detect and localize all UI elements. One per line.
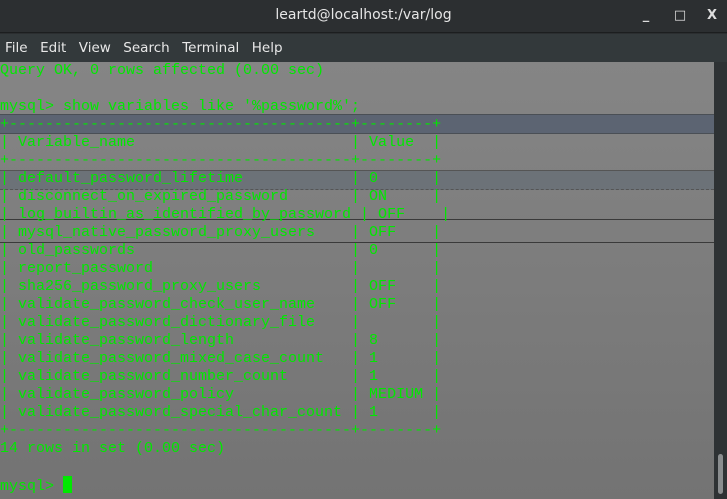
table-border: +--------------------------------------+… bbox=[0, 422, 442, 439]
cursor bbox=[63, 476, 73, 493]
menu-file[interactable]: File bbox=[5, 40, 28, 56]
table-row: | mysql_native_password_proxy_users | OF… bbox=[0, 224, 442, 241]
menu-help[interactable]: Help bbox=[252, 40, 283, 56]
prompt: mysql> bbox=[0, 478, 64, 495]
title-bar: leartd@localhost:/var/log _ □ X bbox=[0, 0, 727, 33]
prompt-line[interactable]: mysql> bbox=[0, 476, 450, 495]
scrollbar[interactable] bbox=[714, 62, 727, 499]
table-border: +--------------------------------------+… bbox=[0, 152, 442, 169]
command-line: mysql> show variables like '%password%'; bbox=[0, 98, 361, 115]
table-header: | Variable_name | Value | bbox=[0, 134, 442, 151]
table-row: | validate_password_length | 8 | bbox=[0, 332, 442, 349]
close-button[interactable]: X bbox=[702, 6, 722, 26]
table-row: | validate_password_policy | MEDIUM | bbox=[0, 386, 442, 403]
window-title: leartd@localhost:/var/log bbox=[275, 7, 452, 23]
menu-search[interactable]: Search bbox=[123, 40, 169, 56]
table-row: | validate_password_check_user_name | OF… bbox=[0, 296, 442, 313]
menu-bar: File Edit View Search Terminal Help bbox=[0, 34, 727, 62]
table-row: | default_password_lifetime | 0 | bbox=[0, 170, 442, 187]
table-row: | validate_password_number_count | 1 | bbox=[0, 368, 442, 385]
query-ok-line: Query OK, 0 rows affected (0.00 sec) bbox=[0, 62, 325, 79]
minimize-button[interactable]: _ bbox=[636, 6, 656, 26]
table-row: | sha256_password_proxy_users | OFF | bbox=[0, 278, 442, 295]
table-row: | report_password | | bbox=[0, 260, 442, 277]
menu-terminal[interactable]: Terminal bbox=[182, 40, 239, 56]
menu-view[interactable]: View bbox=[79, 40, 111, 56]
table-border: +--------------------------------------+… bbox=[0, 116, 442, 133]
menu-edit[interactable]: Edit bbox=[40, 40, 66, 56]
terminal-text: Query OK, 0 rows affected (0.00 sec) mysq… bbox=[0, 62, 451, 495]
maximize-button[interactable]: □ bbox=[670, 6, 690, 26]
table-row: | validate_password_special_char_count |… bbox=[0, 404, 442, 421]
scrollbar-thumb[interactable] bbox=[718, 454, 723, 494]
terminal-output[interactable]: Query OK, 0 rows affected (0.00 sec) mysq… bbox=[0, 62, 714, 499]
table-row: | disconnect_on_expired_password | ON | bbox=[0, 188, 442, 205]
summary-line: 14 rows in set (0.00 sec) bbox=[0, 440, 226, 457]
table-row: | validate_password_dictionary_file | | bbox=[0, 314, 442, 331]
table-row: | old_passwords | 0 | bbox=[0, 242, 442, 259]
table-row: | log_builtin_as_identified_by_password … bbox=[0, 206, 451, 223]
table-row: | validate_password_mixed_case_count | 1… bbox=[0, 350, 442, 367]
